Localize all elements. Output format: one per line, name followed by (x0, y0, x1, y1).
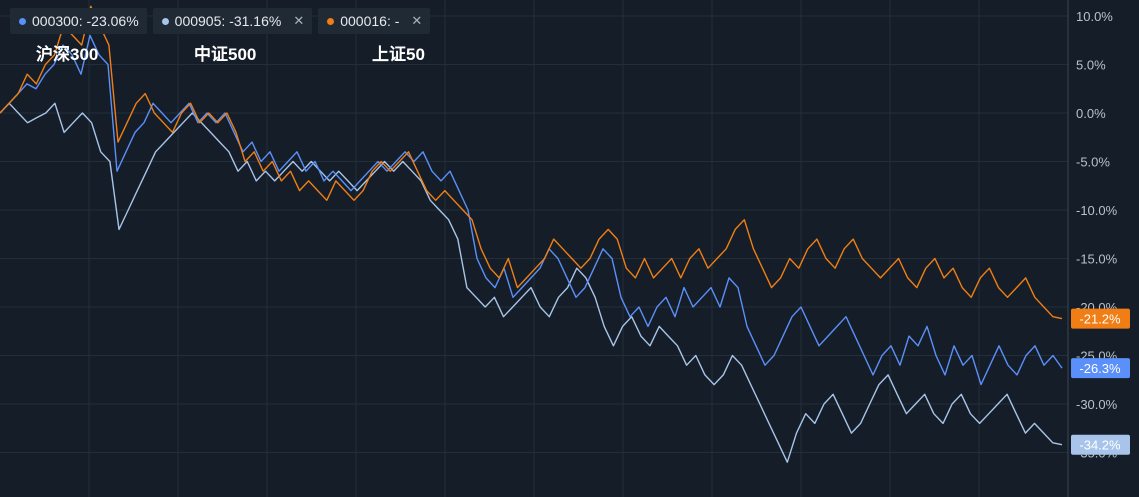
legend-value: -23.06% (86, 13, 139, 29)
close-icon[interactable]: ✕ (293, 13, 304, 29)
legend-code: 000300 (32, 13, 79, 29)
legend-item-000300[interactable]: 000300: -23.06% (10, 8, 147, 34)
y-axis: 10.0%5.0%0.0%-5.0%-10.0%-15.0%-20.0%-25.… (1076, 9, 1118, 461)
y-tick-label: -15.0% (1076, 252, 1118, 267)
y-tick-label: -5.0% (1076, 155, 1110, 170)
end-label-text: -21.2% (1079, 312, 1121, 327)
line-chart: 10.0%5.0%0.0%-5.0%-10.0%-15.0%-20.0%-25.… (0, 0, 1130, 497)
end-label-000300: -26.3% (1071, 358, 1130, 379)
index-name-hs300: 沪深300 (36, 45, 99, 64)
legend-dot-icon (327, 17, 335, 25)
legend: 000300: -23.06% 000905: -31.16% ✕ 000016… (10, 8, 431, 34)
legend-dot-icon (19, 17, 26, 25)
legend-value: -31.16% (229, 13, 282, 29)
legend-code: 000016 (340, 13, 387, 29)
grid-lines (0, 0, 1069, 497)
legend-value: - (394, 13, 400, 29)
end-label-text: -34.2% (1079, 438, 1121, 453)
y-tick-label: -30.0% (1076, 397, 1118, 412)
legend-dot-icon (161, 17, 169, 25)
legend-item-000016[interactable]: 000016: - ✕ (318, 8, 431, 34)
legend-code: 000905 (174, 13, 222, 29)
y-tick-label: 10.0% (1076, 9, 1113, 24)
end-label-000905: -34.2% (1071, 434, 1130, 455)
end-label-000016: -21.2% (1071, 308, 1130, 329)
series-line-000905 (0, 102, 1063, 463)
index-name-sz50: 上证50 (372, 45, 425, 64)
end-labels: -26.3% -34.2% -21.2% (1071, 308, 1130, 455)
series-line-000016 (0, 5, 1063, 320)
legend-item-000905[interactable]: 000905: -31.16% ✕ (152, 8, 313, 34)
series-lines (0, 5, 1063, 463)
close-icon[interactable]: ✕ (411, 13, 422, 29)
end-label-text: -26.3% (1079, 361, 1121, 376)
y-tick-label: 5.0% (1076, 58, 1106, 73)
index-name-zz500: 中证500 (194, 45, 257, 64)
y-tick-label: -10.0% (1076, 203, 1118, 218)
y-tick-label: 0.0% (1076, 106, 1106, 121)
